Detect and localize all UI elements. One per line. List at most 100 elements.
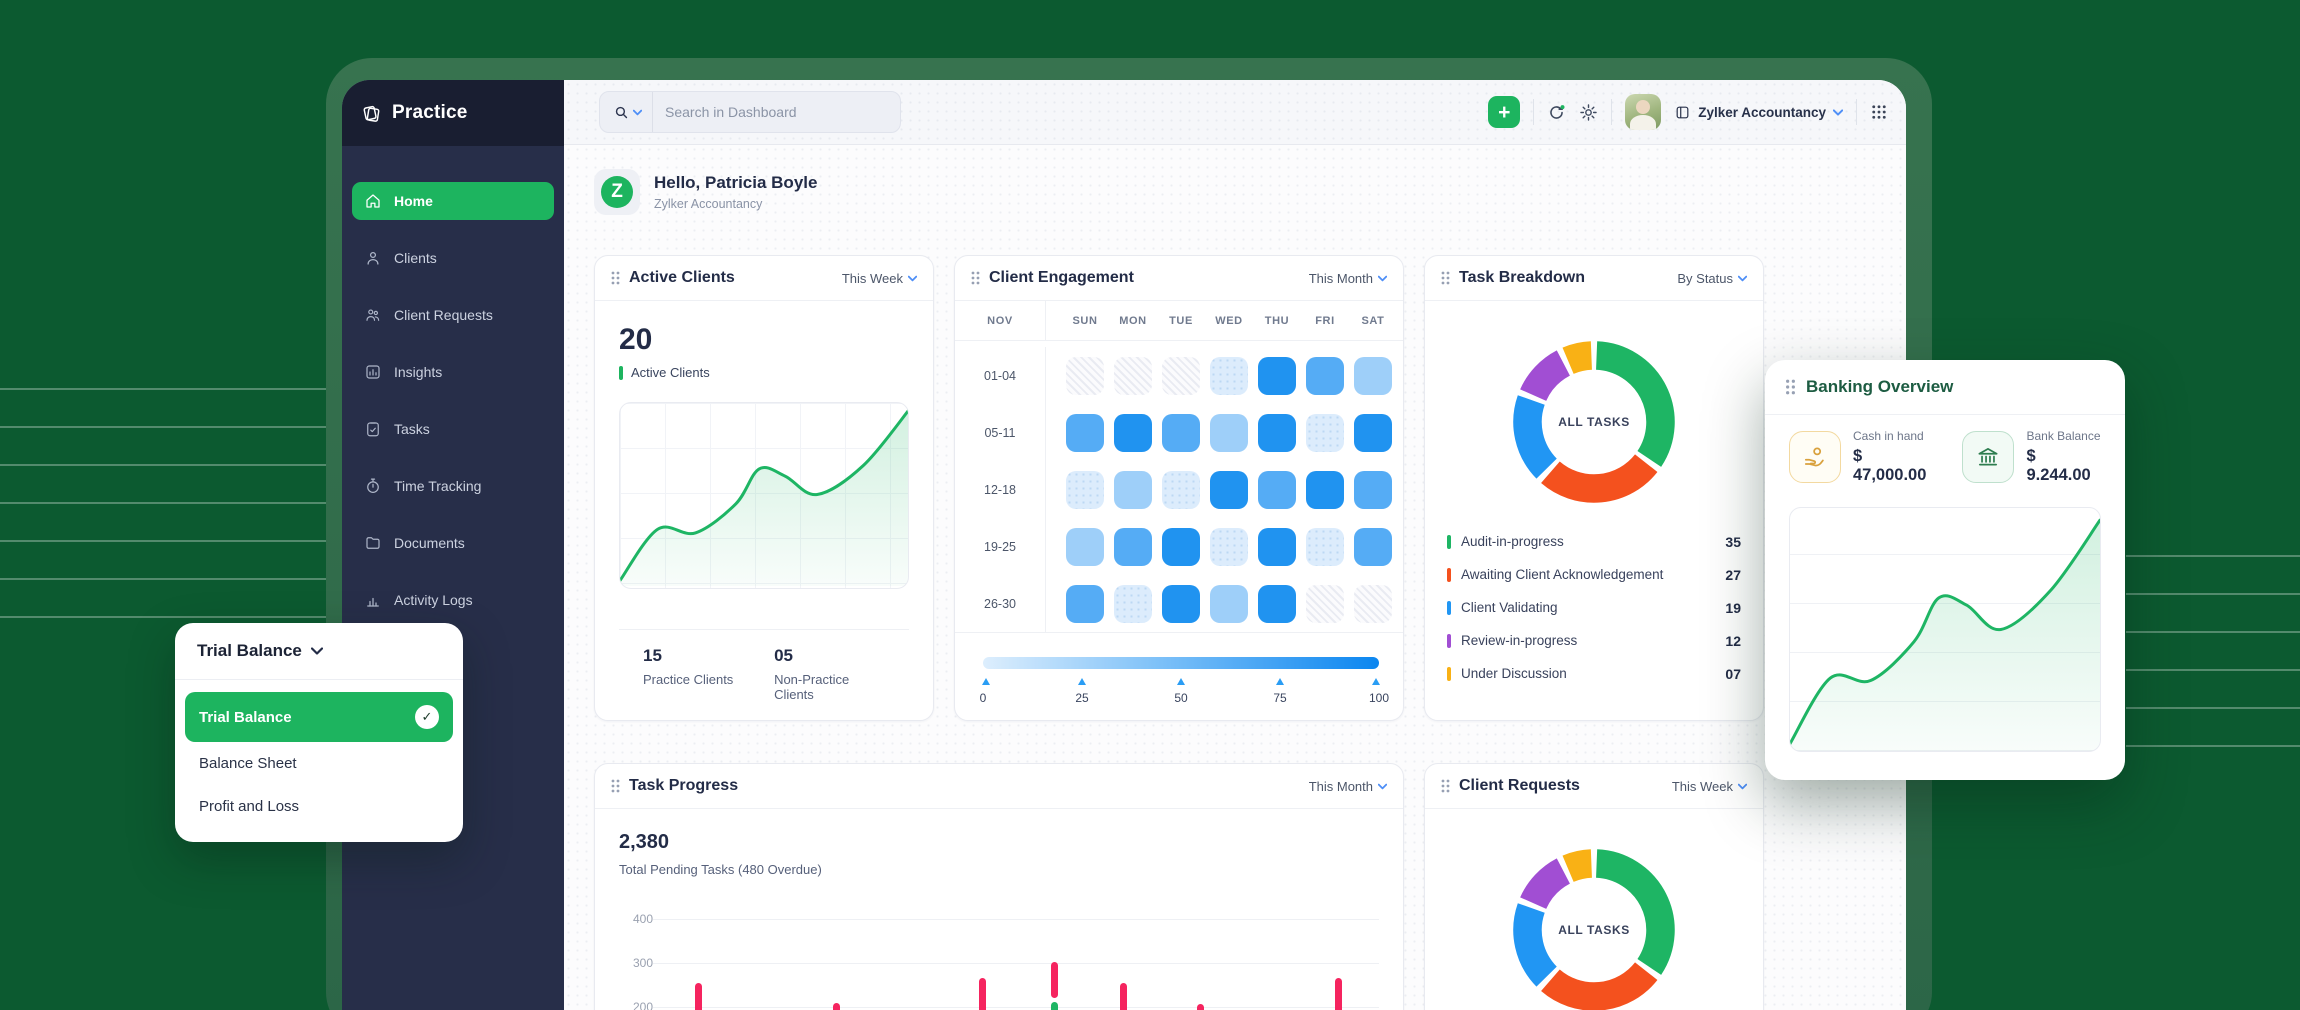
- task-progress-bar[interactable]: [1197, 1004, 1204, 1010]
- heatmap-cell[interactable]: [1258, 471, 1296, 509]
- banking-stats: Cash in hand $ 47,000.00 Bank Balance $ …: [1789, 429, 2101, 485]
- heatmap-cell[interactable]: [1162, 585, 1200, 623]
- heatmap-cell[interactable]: [1114, 414, 1152, 452]
- heatmap-cell[interactable]: [1306, 414, 1344, 452]
- heatmap-cell[interactable]: [1258, 528, 1296, 566]
- popup-item-trial-balance[interactable]: Trial Balance✓: [185, 692, 453, 742]
- scale-tick-label: 50: [1174, 691, 1187, 705]
- scale-tick-label: 0: [980, 691, 987, 705]
- sidebar-item-documents[interactable]: Documents: [352, 524, 554, 562]
- heatmap-cell[interactable]: [1354, 585, 1392, 623]
- task-breakdown-legend: Audit-in-progress35Awaiting Client Ackno…: [1425, 521, 1763, 690]
- filter-dropdown[interactable]: This Month: [1309, 779, 1387, 794]
- report-popup-title: Trial Balance: [197, 641, 302, 661]
- filter-dropdown[interactable]: By Status: [1677, 271, 1747, 286]
- org-switcher[interactable]: Zylker Accountancy: [1674, 104, 1843, 121]
- heatmap-cell[interactable]: [1306, 357, 1344, 395]
- sidebar-item-insights[interactable]: Insights: [352, 353, 554, 391]
- filter-dropdown[interactable]: This Month: [1309, 271, 1387, 286]
- time-tracking-icon: [364, 477, 382, 495]
- heatmap-cell[interactable]: [1258, 585, 1296, 623]
- sidebar-item-activity-logs[interactable]: Activity Logs: [352, 581, 554, 619]
- sidebar-item-tasks[interactable]: Tasks: [352, 410, 554, 448]
- sidebar-item-time-tracking[interactable]: Time Tracking: [352, 467, 554, 505]
- drag-handle-icon[interactable]: [611, 779, 620, 793]
- app-logo-text: Practice: [392, 102, 468, 124]
- heatmap-cell[interactable]: [1210, 414, 1248, 452]
- legend-row[interactable]: Under Discussion07: [1447, 657, 1741, 690]
- report-popup: Trial Balance Trial Balance✓Balance Shee…: [175, 623, 463, 842]
- ledger-rows-left: [0, 352, 330, 618]
- task-progress-bar[interactable]: [1051, 962, 1058, 998]
- sidebar-item-label: Clients: [394, 250, 437, 266]
- heatmap-cell[interactable]: [1306, 528, 1344, 566]
- heatmap-cell[interactable]: [1306, 471, 1344, 509]
- heatmap-cell[interactable]: [1066, 357, 1104, 395]
- apps-grid-button[interactable]: [1870, 103, 1888, 121]
- heatmap-cell[interactable]: [1114, 471, 1152, 509]
- search-scope-selector[interactable]: [600, 92, 653, 132]
- heatmap-cell[interactable]: [1066, 528, 1104, 566]
- popup-item-balance-sheet[interactable]: Balance Sheet: [185, 742, 453, 785]
- task-progress-bar[interactable]: [1335, 978, 1342, 1010]
- refresh-button[interactable]: [1547, 103, 1566, 122]
- heatmap-cell[interactable]: [1066, 414, 1104, 452]
- sidebar-item-client-requests[interactable]: Client Requests: [352, 296, 554, 334]
- chevron-down-icon: [908, 275, 917, 282]
- sidebar-item-home[interactable]: Home: [352, 182, 554, 220]
- popup-item-profit-and-loss[interactable]: Profit and Loss: [185, 785, 453, 828]
- sidebar-item-label: Activity Logs: [394, 592, 473, 608]
- chevron-down-icon: [1378, 783, 1387, 790]
- task-progress-bar[interactable]: [833, 1003, 840, 1010]
- heatmap-cell[interactable]: [1210, 528, 1248, 566]
- heatmap-cell[interactable]: [1162, 414, 1200, 452]
- heatmap-cell[interactable]: [1354, 414, 1392, 452]
- heatmap-cell[interactable]: [1114, 528, 1152, 566]
- report-popup-header[interactable]: Trial Balance: [175, 623, 463, 680]
- series-mark: [619, 366, 623, 380]
- filter-label: This Week: [842, 271, 903, 286]
- drag-handle-icon[interactable]: [1441, 779, 1450, 793]
- drag-handle-icon[interactable]: [971, 271, 980, 285]
- heatmap-cell[interactable]: [1114, 357, 1152, 395]
- heatmap-cell[interactable]: [1258, 357, 1296, 395]
- card-title: Client Engagement: [989, 269, 1134, 287]
- heatmap-cell[interactable]: [1306, 585, 1344, 623]
- user-avatar[interactable]: [1625, 94, 1661, 130]
- heatmap-cell[interactable]: [1066, 471, 1104, 509]
- active-clients-card: Active Clients This Week 20 Active Clien…: [594, 255, 934, 721]
- heatmap-cell[interactable]: [1354, 471, 1392, 509]
- heatmap-cell[interactable]: [1258, 414, 1296, 452]
- sidebar-item-clients[interactable]: Clients: [352, 239, 554, 277]
- legend-row[interactable]: Awaiting Client Acknowledgement27: [1447, 558, 1741, 591]
- filter-dropdown[interactable]: This Week: [842, 271, 917, 286]
- heatmap-cell[interactable]: [1162, 357, 1200, 395]
- task-progress-bar[interactable]: [1120, 983, 1127, 1010]
- drag-handle-icon[interactable]: [611, 271, 620, 285]
- drag-handle-icon[interactable]: [1785, 379, 1796, 395]
- heatmap-cell[interactable]: [1162, 528, 1200, 566]
- legend-row[interactable]: Client Validating19: [1447, 591, 1741, 624]
- search-box[interactable]: [599, 91, 901, 133]
- heatmap-cell[interactable]: [1210, 471, 1248, 509]
- heatmap-cell[interactable]: [1114, 585, 1152, 623]
- app-logo[interactable]: Practice: [342, 80, 564, 146]
- task-progress-bar[interactable]: [695, 983, 702, 1010]
- add-button[interactable]: +: [1488, 96, 1520, 128]
- task-progress-bar[interactable]: [979, 978, 986, 1010]
- task-progress-bar[interactable]: [1051, 1002, 1058, 1010]
- heatmap-cell[interactable]: [1354, 357, 1392, 395]
- heatmap-cell[interactable]: [1210, 357, 1248, 395]
- settings-gear-button[interactable]: [1579, 103, 1598, 122]
- drag-handle-icon[interactable]: [1441, 271, 1450, 285]
- heatmap-cell[interactable]: [1210, 585, 1248, 623]
- topbar-actions: + Zylker Accountancy: [1488, 94, 1888, 130]
- heatmap-cell[interactable]: [1162, 471, 1200, 509]
- legend-row[interactable]: Review-in-progress12: [1447, 624, 1741, 657]
- filter-dropdown[interactable]: This Week: [1672, 779, 1747, 794]
- heatmap-cell[interactable]: [1354, 528, 1392, 566]
- search-input[interactable]: [653, 104, 900, 120]
- heatmap-cell[interactable]: [1066, 585, 1104, 623]
- heatmap-row: 05-11: [955, 404, 1403, 461]
- legend-row[interactable]: Audit-in-progress35: [1447, 525, 1741, 558]
